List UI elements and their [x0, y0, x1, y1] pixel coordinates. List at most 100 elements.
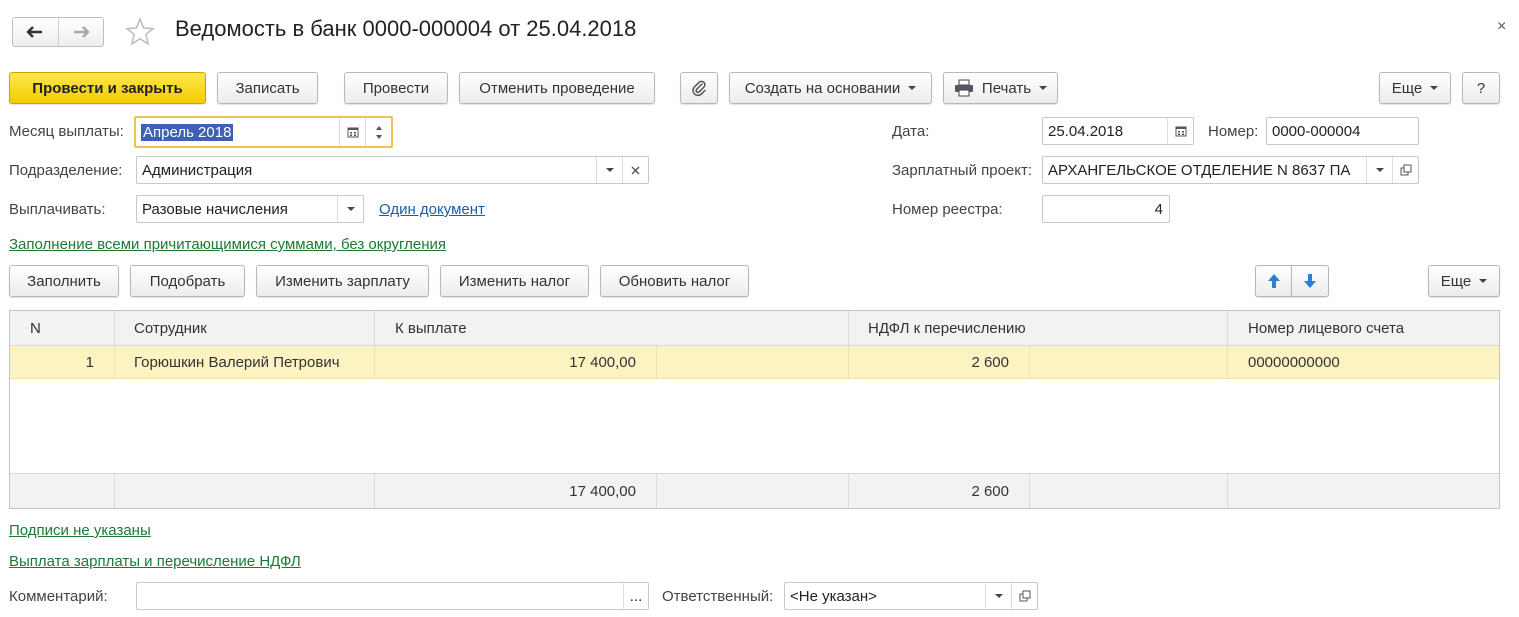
arrow-down-icon — [1304, 274, 1316, 288]
open-window-icon — [1400, 164, 1411, 176]
table-totals: 17 400,00 2 600 — [10, 473, 1499, 508]
move-up-button[interactable] — [1255, 265, 1292, 297]
registry-number-label: Номер реестра: — [892, 201, 1003, 218]
comment-field[interactable]: ... — [136, 582, 649, 610]
calendar-icon — [1175, 126, 1186, 137]
navigation-group — [12, 17, 104, 47]
pay-label: Выплачивать: — [9, 201, 106, 218]
print-label: Печать — [981, 79, 1032, 97]
spin-up-icon — [375, 125, 382, 130]
responsible-label: Ответственный: — [662, 588, 774, 605]
signatures-link[interactable]: Подписи не указаны — [9, 522, 151, 539]
spin-down-icon — [375, 134, 382, 139]
registry-number-value: 4 — [1154, 200, 1163, 218]
row-ndfl: 2 600 — [971, 353, 1009, 371]
move-down-button[interactable] — [1291, 265, 1329, 297]
create-based-on-button[interactable]: Создать на основании — [729, 72, 932, 104]
column-header-account[interactable]: Номер лицевого счета — [1248, 311, 1404, 345]
salary-project-open-button[interactable] — [1392, 157, 1418, 183]
total-ndfl: 2 600 — [971, 482, 1009, 500]
one-document-link[interactable]: Один документ — [379, 201, 485, 218]
save-button[interactable]: Записать — [217, 72, 318, 104]
row-payout: 17 400,00 — [569, 353, 636, 371]
number-label: Номер: — [1208, 123, 1259, 140]
pay-type-value: Разовые начисления — [142, 200, 288, 218]
payment-link[interactable]: Выплата зарплаты и перечисление НДФЛ — [9, 553, 301, 570]
date-value: 25.04.2018 — [1048, 122, 1124, 140]
registry-number-field[interactable]: 4 — [1042, 195, 1170, 223]
department-clear-button[interactable] — [622, 157, 648, 183]
salary-project-dropdown-button[interactable] — [1366, 157, 1392, 183]
update-tax-button[interactable]: Обновить налог — [600, 265, 749, 297]
total-payout: 17 400,00 — [569, 482, 636, 500]
arrow-right-icon — [73, 26, 90, 38]
column-header-ndfl[interactable]: НДФЛ к перечислению — [868, 311, 1026, 345]
open-window-icon — [1019, 590, 1030, 602]
table-more-label: Еще — [1440, 272, 1472, 290]
table-more-button[interactable]: Еще — [1428, 265, 1500, 297]
page-title: Ведомость в банк 0000-000004 от 25.04.20… — [175, 16, 637, 41]
responsible-open-button[interactable] — [1011, 583, 1037, 609]
row-employee: Горюшкин Валерий Петрович — [134, 353, 340, 371]
chevron-down-icon — [346, 207, 355, 211]
calendar-icon — [347, 127, 358, 138]
forward-button[interactable] — [57, 18, 104, 46]
post-button[interactable]: Провести — [344, 72, 448, 104]
number-value: 0000-000004 — [1272, 122, 1361, 140]
column-header-n[interactable]: N — [30, 311, 41, 345]
more-button[interactable]: Еще — [1379, 72, 1451, 104]
pay-type-select[interactable]: Разовые начисления — [136, 195, 364, 223]
responsible-field[interactable]: <Не указан> — [784, 582, 1038, 610]
chevron-down-icon — [1479, 279, 1488, 283]
salary-project-value: АРХАНГЕЛЬСКОЕ ОТДЕЛЕНИЕ N 8637 ПА — [1048, 161, 1351, 179]
chevron-down-icon — [1039, 86, 1048, 90]
more-label: Еще — [1391, 79, 1423, 97]
salary-project-field[interactable]: АРХАНГЕЛЬСКОЕ ОТДЕЛЕНИЕ N 8637 ПА — [1042, 156, 1419, 184]
comment-label: Комментарий: — [9, 588, 108, 605]
print-button[interactable]: Печать — [943, 72, 1058, 104]
column-header-employee[interactable]: Сотрудник — [134, 311, 207, 345]
department-dropdown-button[interactable] — [596, 157, 622, 183]
department-value: Администрация — [142, 161, 253, 179]
arrow-left-icon — [26, 26, 43, 38]
pay-type-dropdown-button[interactable] — [337, 196, 363, 222]
responsible-value: <Не указан> — [790, 587, 877, 605]
change-tax-button[interactable]: Изменить налог — [440, 265, 589, 297]
select-button[interactable]: Подобрать — [130, 265, 245, 297]
chevron-down-icon — [1430, 86, 1439, 90]
fill-mode-link[interactable]: Заполнение всеми причитающимися суммами,… — [9, 236, 446, 253]
chevron-down-icon — [908, 86, 917, 90]
chevron-down-icon — [605, 168, 614, 172]
favorite-star-icon[interactable] — [124, 16, 156, 51]
back-button[interactable] — [13, 18, 58, 46]
row-account: 00000000000 — [1248, 353, 1340, 371]
create-based-on-label: Создать на основании — [744, 79, 901, 97]
comment-expand-button[interactable]: ... — [623, 583, 648, 609]
date-label: Дата: — [892, 123, 930, 140]
help-button[interactable]: ? — [1462, 72, 1500, 104]
calendar-button[interactable] — [339, 118, 365, 146]
attach-button[interactable] — [680, 72, 718, 104]
department-field[interactable]: Администрация — [136, 156, 649, 184]
printer-icon — [954, 79, 973, 97]
fill-button[interactable]: Заполнить — [9, 265, 119, 297]
change-salary-button[interactable]: Изменить зарплату — [256, 265, 429, 297]
month-spinner[interactable] — [365, 118, 391, 146]
clear-icon — [631, 166, 640, 174]
salary-project-label: Зарплатный проект: — [892, 162, 1033, 179]
number-field[interactable]: 0000-000004 — [1266, 117, 1419, 145]
month-value: Апрель 2018 — [141, 123, 234, 141]
responsible-dropdown-button[interactable] — [985, 583, 1011, 609]
column-header-payout[interactable]: К выплате — [395, 311, 467, 345]
date-field[interactable]: 25.04.2018 — [1042, 117, 1194, 145]
close-icon[interactable]: × — [1497, 18, 1506, 36]
row-number: 1 — [85, 353, 94, 371]
unpost-button[interactable]: Отменить проведение — [459, 72, 655, 104]
post-and-close-button[interactable]: Провести и закрыть — [9, 72, 206, 104]
employees-table: N Сотрудник К выплате НДФЛ к перечислени… — [9, 310, 1500, 509]
month-label: Месяц выплаты: — [9, 123, 124, 140]
department-label: Подразделение: — [9, 162, 123, 179]
table-row[interactable]: 1 Горюшкин Валерий Петрович 17 400,00 2 … — [10, 346, 1499, 379]
month-field[interactable]: Апрель 2018 — [134, 116, 393, 148]
date-calendar-button[interactable] — [1167, 118, 1193, 144]
